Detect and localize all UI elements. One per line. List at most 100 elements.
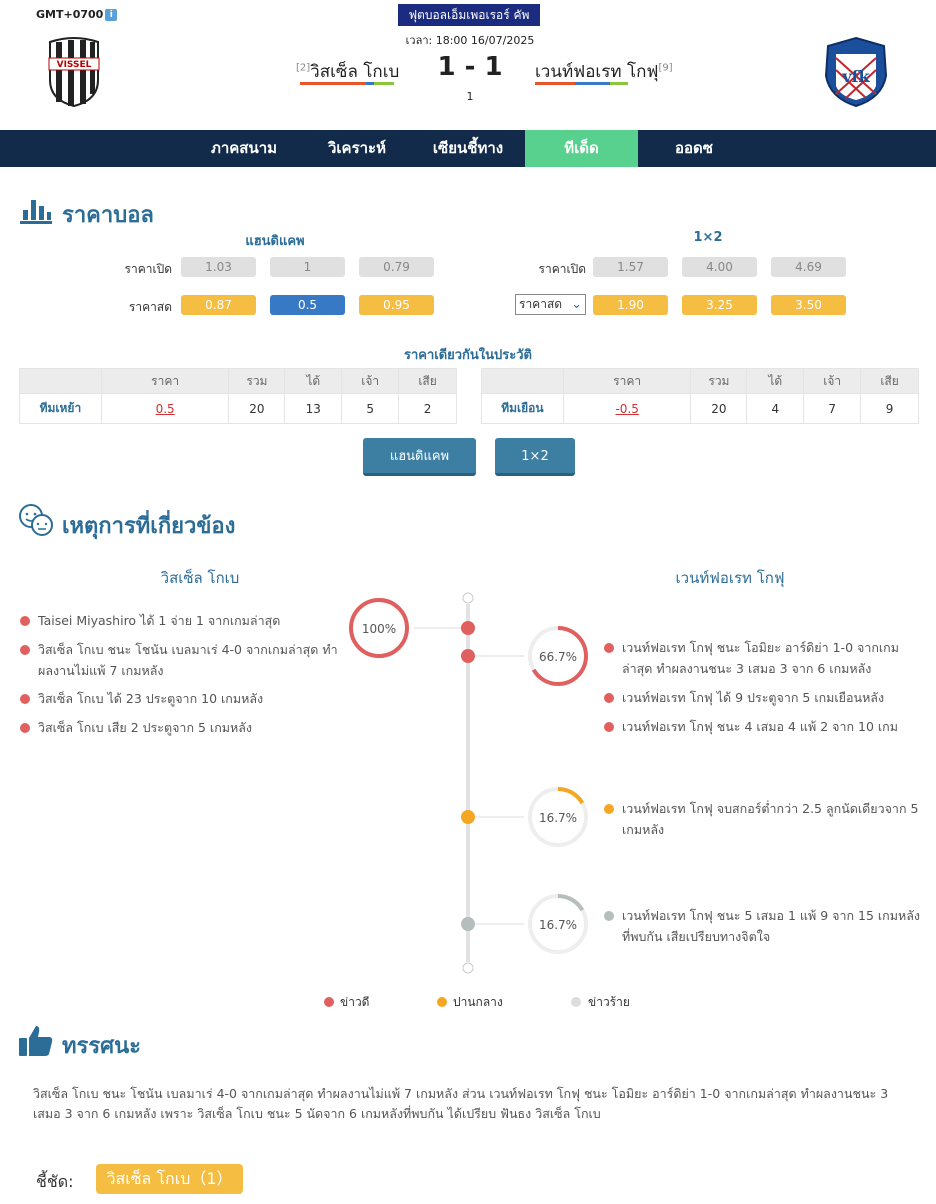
timeline-node — [461, 621, 475, 635]
away-rank: [9] — [658, 62, 673, 74]
away-name-text: เวนท์ฟอเรท โกฟุ — [535, 62, 659, 82]
table-header: รวม — [690, 368, 748, 394]
timeline-node — [461, 810, 475, 824]
thumbs-up-icon — [19, 1026, 53, 1056]
table-cell: 2 — [398, 393, 457, 424]
good-news-dot — [20, 694, 30, 704]
home-pct-label: 100% — [362, 622, 396, 636]
good-news-dot — [604, 693, 614, 703]
table-cell: 13 — [284, 393, 343, 424]
home-color-bar — [300, 82, 366, 85]
table-header: ได้ — [746, 368, 805, 394]
good-news-dot — [20, 616, 30, 626]
home-event-item: Taisei Miyashiro ได้ 1 จ่าย 1 จากเกมล่าส… — [38, 613, 281, 628]
table-cell-link[interactable]: 0.5 — [100, 393, 230, 424]
x12-open-away: 4.69 — [771, 257, 846, 277]
table-cell: 9 — [860, 393, 919, 424]
main-nav: ภาคสนาม วิเคราะห์ เซียนชี้ทาง ทีเด็ด ออด… — [0, 130, 936, 167]
neutral-news-dot — [604, 804, 614, 814]
table-cell: ทีมเยือน — [481, 393, 564, 424]
sub-score: 1 — [466, 90, 474, 103]
home-name-text: วิสเซ็ล โกเบ — [310, 62, 400, 82]
home-history-table: ราคา รวม ได้ เจ้า เสีย ทีมเหย้า 0.5 20 1… — [19, 368, 457, 424]
info-icon[interactable]: i — [105, 9, 118, 21]
legend-bad-dot — [571, 997, 581, 1007]
svg-text:VISSEL: VISSEL — [57, 60, 92, 70]
nav-field[interactable]: ภาคสนาม — [190, 130, 298, 167]
good-news-dot — [604, 722, 614, 732]
good-news-dot — [604, 643, 614, 653]
x12-open-draw: 4.00 — [682, 257, 757, 277]
x12-odds-select[interactable]: ราคาสด ⌄ — [515, 294, 586, 315]
table-header: ได้ — [284, 368, 343, 394]
x12-live-away[interactable]: 3.50 — [771, 295, 846, 315]
legend-good-dot — [324, 997, 334, 1007]
away-event-item: เวนท์ฟอเรท โกฟุ ชนะ 5 เสมอ 1 แพ้ 9 จาก 1… — [622, 908, 920, 944]
table-header: รวม — [228, 368, 286, 394]
handicap-title: แฮนดิแคพ — [245, 234, 305, 249]
handicap-open-away: 0.79 — [359, 257, 434, 277]
x12-open-label: ราคาเปิด — [538, 262, 586, 276]
handicap-live-line[interactable]: 0.5 — [270, 295, 345, 315]
x12-live-draw[interactable]: 3.25 — [682, 295, 757, 315]
timeline-end — [462, 962, 474, 974]
nav-analysis[interactable]: วิเคราะห์ — [303, 130, 411, 167]
x12-live-home[interactable]: 1.90 — [593, 295, 668, 315]
timezone[interactable]: GMT+0700 i — [36, 8, 118, 21]
home-color-bar-3 — [374, 82, 394, 85]
away-team-logo[interactable]: vfk — [822, 36, 890, 108]
handicap-live-label: ราคาสด — [128, 300, 172, 314]
handicap-live-away[interactable]: 0.95 — [359, 295, 434, 315]
handicap-open-label: ราคาเปิด — [124, 262, 172, 276]
timeline-node — [461, 917, 475, 931]
x12-tab-button[interactable]: 1×2 — [495, 438, 575, 476]
good-news-dot — [20, 723, 30, 733]
table-cell: 5 — [341, 393, 400, 424]
legend-good: ข่าวดี — [340, 995, 370, 1009]
events-title: เหตุการที่เกี่ยวข้อง — [62, 514, 236, 539]
away-color-bar-2 — [575, 82, 610, 85]
nav-odds[interactable]: ออดซ — [640, 130, 748, 167]
away-pct-label-2: 16.7% — [539, 811, 577, 825]
bad-news-dot — [604, 911, 614, 921]
nav-experts[interactable]: เซียนชี้ทาง — [414, 130, 522, 167]
table-cell-link[interactable]: -0.5 — [562, 393, 692, 424]
away-pct-label-3: 16.7% — [539, 918, 577, 932]
table-row: ทีมเยือน -0.5 20 4 7 9 — [481, 393, 919, 424]
away-color-bar-3 — [610, 82, 628, 85]
table-row: ทีมเหย้า 0.5 20 13 5 2 — [19, 393, 457, 424]
verdict-text: วิสเซ็ล โกเบ ชนะ โชนัน เบลมาเร่ 4-0 จากเ… — [33, 1086, 889, 1121]
handicap-live-home[interactable]: 0.87 — [181, 295, 256, 315]
odds-title: ราคาบอล — [62, 203, 154, 228]
home-rank: [2] — [296, 62, 311, 74]
nav-tips[interactable]: ทีเด็ด — [525, 130, 638, 167]
away-pct-label-1: 66.7% — [539, 650, 577, 664]
league-badge[interactable]: ฟุตบอลเอ็มเพอเรอร์ คัพ — [398, 4, 540, 26]
away-team-name[interactable]: เวนท์ฟอเรท โกฟุ[9] — [535, 58, 673, 85]
table-cell: 4 — [746, 393, 805, 424]
table-header: เจ้า — [341, 368, 400, 394]
verdict-title: ทรรศนะ — [62, 1034, 141, 1059]
table-cell: 20 — [228, 393, 286, 424]
table-cell: 7 — [803, 393, 862, 424]
score: 1 - 1 — [437, 52, 503, 82]
pick-label: ชี้ชัด: — [36, 1172, 74, 1191]
away-event-item: เวนท์ฟอเรท โกฟุ ชนะ โอมิยะ อาร์ดิย่า 1-0… — [622, 640, 899, 676]
pick-button[interactable]: วิสเซ็ล โกเบ（1） — [96, 1164, 243, 1194]
away-event-item: เวนท์ฟอเรท โกฟุ ชนะ 4 เสมอ 4 แพ้ 2 จาก 1… — [622, 719, 898, 734]
x12-open-home: 1.57 — [593, 257, 668, 277]
x12-title: 1×2 — [693, 230, 723, 245]
table-header: เสีย — [860, 368, 919, 394]
table-cell: 20 — [690, 393, 748, 424]
table-header — [19, 368, 102, 394]
away-history-table: ราคา รวม ได้ เจ้า เสีย ทีมเยือน -0.5 20 … — [481, 368, 919, 424]
table-header — [481, 368, 564, 394]
home-team-logo[interactable]: VISSEL — [46, 36, 102, 108]
bar-chart-icon — [20, 200, 52, 224]
home-event-item: วิสเซ็ล โกเบ ได้ 23 ประตูจาก 10 เกมหลัง — [38, 691, 264, 706]
table-header: ราคา — [100, 368, 230, 394]
table-header-row: ราคา รวม ได้ เจ้า เสีย — [19, 368, 457, 394]
handicap-tab-button[interactable]: แฮนดิแคพ — [363, 438, 476, 476]
table-cell: ทีมเหย้า — [19, 393, 102, 424]
home-team-name[interactable]: [2]วิสเซ็ล โกเบ — [296, 58, 399, 85]
